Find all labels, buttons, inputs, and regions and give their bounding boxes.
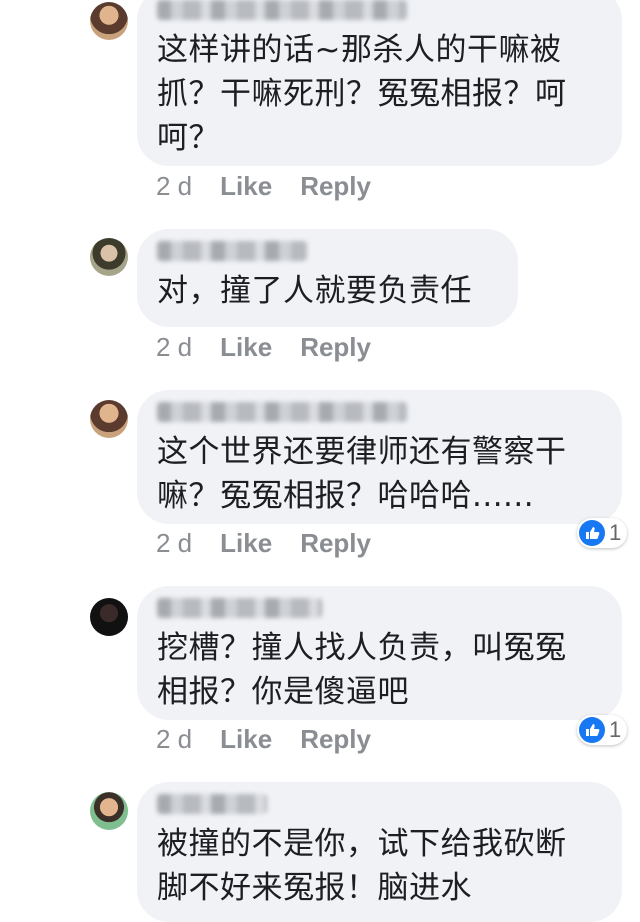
comment-bubble[interactable]: 对，撞了人就要负责任 [137, 229, 518, 327]
commenter-name-blurred[interactable] [157, 0, 407, 20]
comment-actions: 2 d Like Reply [156, 528, 371, 559]
comment-text: 这个世界还要律师还有警察干 嘛？冤冤相报？哈哈哈...... [157, 434, 567, 514]
reply-button[interactable]: Reply [300, 171, 371, 202]
avatar[interactable] [90, 238, 128, 276]
comment-bubble[interactable]: 被撞的不是你，试下给我砍断 脚不好来冤报！脑进水 [137, 782, 622, 922]
avatar[interactable] [90, 2, 128, 40]
comment-time[interactable]: 2 d [156, 332, 192, 363]
reaction-count: 1 [609, 717, 622, 742]
reaction-count: 1 [609, 520, 622, 545]
thumbs-up-icon [579, 717, 605, 743]
reply-button[interactable]: Reply [300, 332, 371, 363]
comment-text: 挖槽？撞人找人负责，叫冤冤 相报？你是傻逼吧 [157, 630, 567, 710]
comment-actions: 2 d Like Reply [156, 332, 371, 363]
comment-text: 对，撞了人就要负责任 [157, 273, 472, 309]
like-button[interactable]: Like [220, 528, 272, 559]
thumbs-up-icon [579, 520, 605, 546]
comment-bubble[interactable]: 挖槽？撞人找人负责，叫冤冤 相报？你是傻逼吧 [137, 586, 622, 720]
commenter-name-blurred[interactable] [157, 794, 267, 814]
avatar[interactable] [90, 400, 128, 438]
commenter-name-blurred[interactable] [157, 402, 407, 422]
comment-text: 这样讲的话~那杀人的干嘛被 抓？干嘛死刑？冤冤相报？呵 呵？ [157, 32, 567, 156]
avatar[interactable] [90, 792, 128, 830]
comment-time[interactable]: 2 d [156, 724, 192, 755]
comment-actions: 2 d Like Reply [156, 171, 371, 202]
comment-actions: 2 d Like Reply [156, 724, 371, 755]
comment-bubble[interactable]: 这个世界还要律师还有警察干 嘛？冤冤相报？哈哈哈...... [137, 390, 622, 524]
commenter-name-blurred[interactable] [157, 241, 307, 261]
avatar[interactable] [90, 598, 128, 636]
like-button[interactable]: Like [220, 332, 272, 363]
commenter-name-blurred[interactable] [157, 598, 322, 618]
reply-button[interactable]: Reply [300, 528, 371, 559]
like-button[interactable]: Like [220, 171, 272, 202]
comment-bubble[interactable]: 这样讲的话~那杀人的干嘛被 抓？干嘛死刑？冤冤相报？呵 呵？ [137, 0, 622, 166]
comment-text: 被撞的不是你，试下给我砍断 脚不好来冤报！脑进水 [157, 826, 567, 906]
reply-button[interactable]: Reply [300, 724, 371, 755]
reaction-summary[interactable]: 1 [577, 715, 628, 745]
reaction-summary[interactable]: 1 [577, 518, 628, 548]
comment-time[interactable]: 2 d [156, 528, 192, 559]
comment-time[interactable]: 2 d [156, 171, 192, 202]
like-button[interactable]: Like [220, 724, 272, 755]
